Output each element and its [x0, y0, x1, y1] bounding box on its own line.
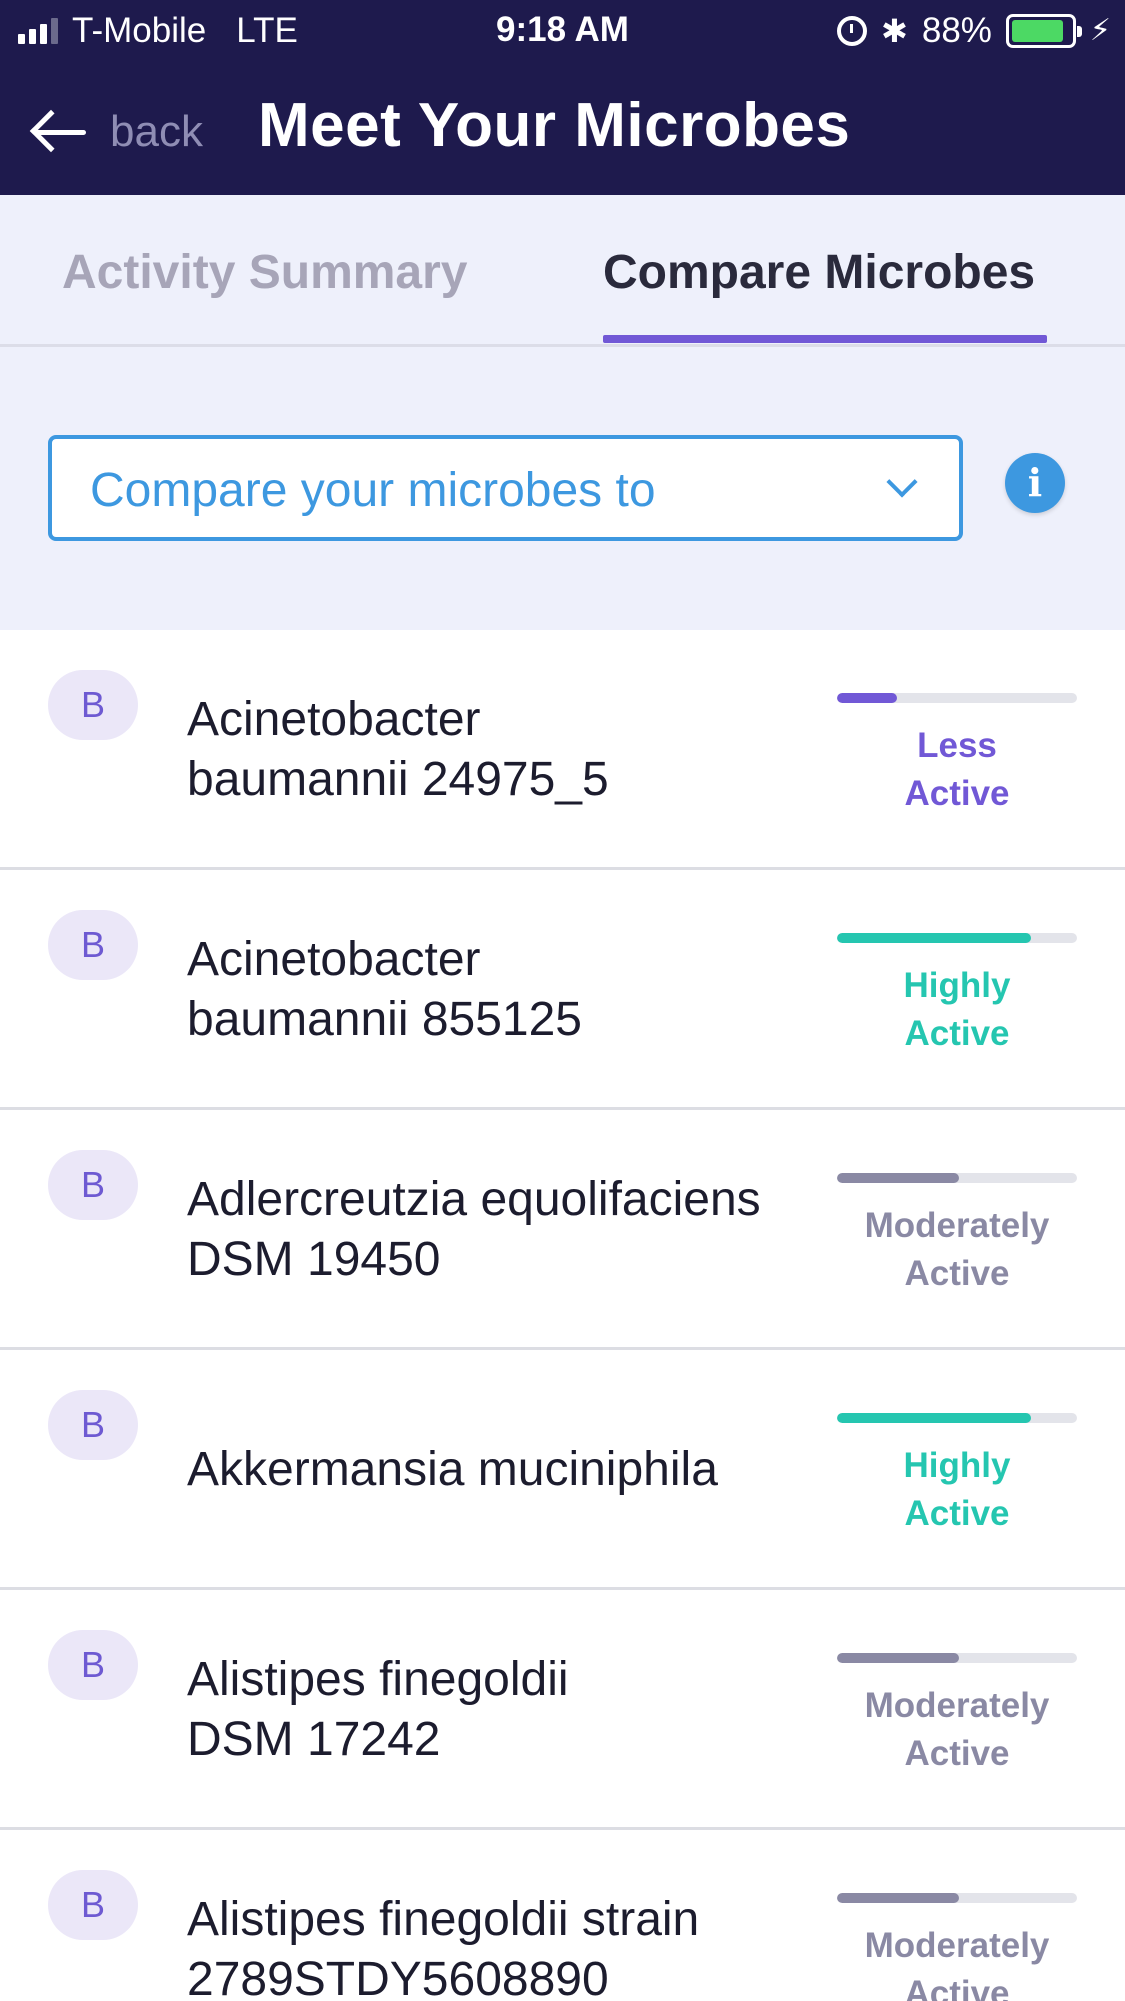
status-bar-left: T-Mobile LTE	[18, 10, 298, 52]
list-item[interactable]: B Acinetobacter baumannii 24975_5 Less Act…	[0, 630, 1125, 870]
compare-section: Compare your microbes to i	[0, 347, 1125, 630]
app-header: T-Mobile LTE 9:18 AM ✱ 88% ⚡ back Meet Y…	[0, 0, 1125, 195]
active-tab-indicator	[603, 335, 1047, 343]
list-item[interactable]: B Adlercreutzia equolifaciens DSM 19450 M…	[0, 1110, 1125, 1350]
signal-icon	[18, 18, 58, 44]
list-item[interactable]: B Alistipes finegoldii strain 2789STDY560…	[0, 1830, 1125, 2001]
bacteria-badge: B	[48, 1390, 138, 1460]
activity-status: Highly Active	[903, 1446, 1011, 1533]
activity-status: Moderately Active	[864, 1926, 1050, 2001]
tab-compare-microbes[interactable]: Compare Microbes	[603, 245, 1035, 300]
microbe-list: B Acinetobacter baumannii 24975_5 Less Act…	[0, 630, 1125, 2001]
bluetooth-icon: ✱	[881, 13, 908, 49]
microbe-name: Acinetobacter baumannii 855125	[187, 933, 582, 1046]
status-bar: T-Mobile LTE 9:18 AM ✱ 88% ⚡	[0, 0, 1125, 62]
tab-bar: Activity Summary Compare Microbes	[0, 195, 1125, 347]
activity-bar	[837, 1173, 1077, 1183]
activity-bar-fill	[837, 1173, 960, 1183]
carrier-label: T-Mobile	[72, 11, 207, 50]
activity-bar-fill	[837, 693, 897, 703]
network-label: LTE	[236, 11, 298, 50]
activity-bar-fill	[837, 1893, 960, 1903]
charging-icon: ⚡	[1089, 14, 1111, 47]
list-item[interactable]: B Alistipes finegoldii DSM 17242 Moderate…	[0, 1590, 1125, 1830]
bacteria-badge: B	[48, 670, 138, 740]
microbe-name: Alistipes finegoldii strain 2789STDY56088…	[187, 1893, 700, 2001]
compare-dropdown[interactable]: Compare your microbes to	[48, 435, 963, 541]
back-button[interactable]: back	[29, 102, 203, 162]
bacteria-badge: B	[48, 1870, 138, 1940]
bacteria-badge: B	[48, 910, 138, 980]
nav-bar: back Meet Your Microbes	[0, 62, 1125, 195]
status-bar-right: ✱ 88% ⚡	[837, 10, 1111, 52]
activity-bar	[837, 1413, 1077, 1423]
alarm-icon	[837, 16, 868, 46]
list-item[interactable]: B Acinetobacter baumannii 855125 Highly Ac…	[0, 870, 1125, 1110]
microbe-name: Akkermansia muciniphila	[187, 1443, 718, 1496]
activity-bar	[837, 1653, 1077, 1663]
back-arrow-icon	[29, 109, 88, 154]
microbe-name: Alistipes finegoldii DSM 17242	[187, 1653, 569, 1766]
activity-bar-fill	[837, 1653, 960, 1663]
list-item[interactable]: B Akkermansia muciniphila Highly Active	[0, 1350, 1125, 1590]
page-title: Meet Your Microbes	[258, 91, 851, 160]
tab-activity-summary[interactable]: Activity Summary	[62, 245, 468, 300]
activity-bar	[837, 693, 1077, 703]
info-icon[interactable]: i	[1005, 453, 1065, 513]
microbe-name: Acinetobacter baumannii 24975_5	[187, 693, 609, 806]
activity-bar-fill	[837, 1413, 1032, 1423]
activity-status: Less Active	[904, 726, 1010, 813]
bacteria-badge: B	[48, 1630, 138, 1700]
activity-bar	[837, 933, 1077, 943]
activity-status: Moderately Active	[864, 1686, 1050, 1773]
activity-status: Moderately Active	[864, 1206, 1050, 1293]
compare-dropdown-placeholder: Compare your microbes to	[90, 464, 656, 517]
activity-bar-fill	[837, 933, 1032, 943]
back-label: back	[110, 107, 203, 156]
chevron-down-icon	[886, 466, 918, 498]
battery-icon	[1005, 14, 1082, 48]
activity-bar	[837, 1893, 1077, 1903]
battery-percent: 88%	[921, 11, 992, 50]
microbe-name: Adlercreutzia equolifaciens DSM 19450	[187, 1173, 761, 1286]
bacteria-badge: B	[48, 1150, 138, 1220]
activity-status: Highly Active	[903, 966, 1011, 1053]
